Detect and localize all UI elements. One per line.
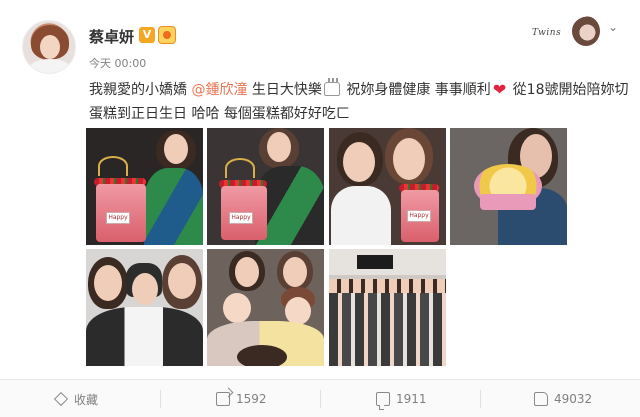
star-icon	[53, 391, 69, 407]
like-button[interactable]: 49032	[534, 380, 592, 417]
favorite-button[interactable]: 收藏	[53, 380, 98, 417]
photo-thumbnail[interactable]	[329, 249, 446, 366]
cake-emoji-icon	[323, 78, 340, 96]
photo-thumbnail[interactable]	[207, 249, 324, 366]
photo-thumbnail[interactable]: Happy	[207, 128, 324, 245]
photo-thumbnail[interactable]: Happy	[86, 128, 203, 245]
photo-thumbnail[interactable]: Happy	[329, 128, 446, 245]
verified-badge-icon: V	[139, 27, 155, 43]
post-text: 我親愛的小嬌嬌 @鍾欣潼 生日大快樂 祝妳身體健康 事事順利 ❤ 從18號開始陪妳…	[89, 78, 629, 122]
signature-decoration: Twins	[532, 14, 602, 48]
share-button[interactable]: 1592	[216, 380, 267, 417]
avatar[interactable]	[22, 20, 76, 74]
post-time[interactable]: 今天 00:00	[89, 55, 146, 71]
weibo-post-card: 蔡卓妍 V 今天 00:00 Twins ⌄ 我親愛的小嬌嬌 @鍾欣潼 生日大快…	[0, 0, 640, 417]
thumbs-up-icon	[534, 392, 548, 406]
mention-link[interactable]: @鍾欣潼	[191, 82, 247, 98]
share-icon	[216, 392, 230, 406]
heart-emoji-icon: ❤	[492, 80, 507, 99]
photo-thumbnail[interactable]	[86, 249, 203, 366]
photo-thumbnail[interactable]	[450, 128, 567, 245]
member-level-icon[interactable]	[158, 26, 176, 44]
action-bar: 收藏 1592 1911 49032	[0, 379, 640, 417]
comment-button[interactable]: 1911	[376, 380, 427, 417]
comment-icon	[376, 392, 390, 410]
chevron-down-icon[interactable]: ⌄	[608, 20, 618, 34]
username[interactable]: 蔡卓妍	[89, 26, 134, 47]
